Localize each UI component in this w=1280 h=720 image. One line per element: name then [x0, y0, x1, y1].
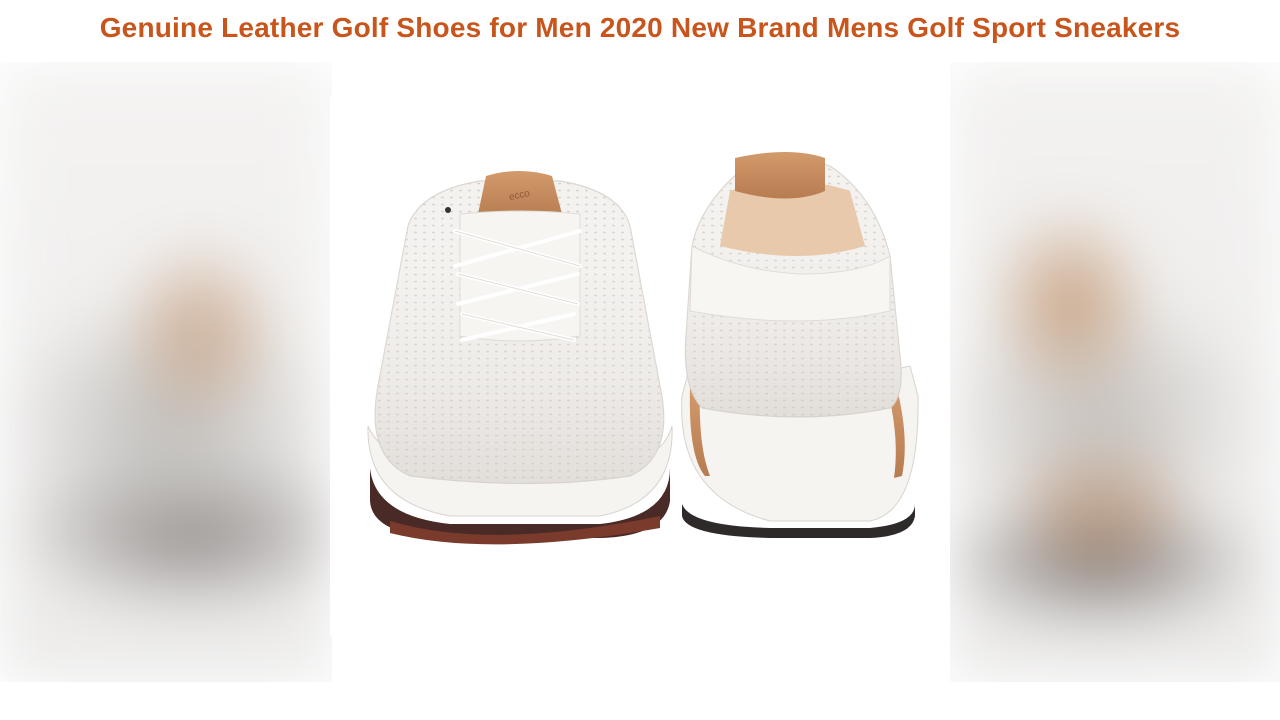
- right-shoe-rear-view: [681, 152, 919, 538]
- left-shoe-front-view: ecco: [367, 171, 673, 545]
- golf-shoes-illustration: ecco: [367, 152, 919, 545]
- product-image: ecco: [330, 96, 950, 636]
- blurred-background-left: [0, 62, 332, 682]
- video-title: Genuine Leather Golf Shoes for Men 2020 …: [99, 12, 1181, 43]
- blurred-background-right: [950, 62, 1280, 682]
